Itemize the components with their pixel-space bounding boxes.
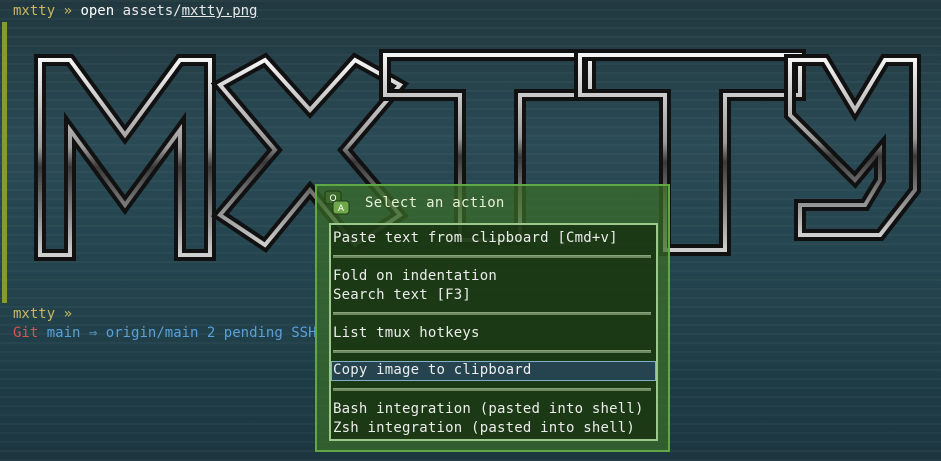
menu-separator xyxy=(333,388,651,391)
git-ssh-label: SSH xyxy=(291,325,317,341)
command-name: open xyxy=(80,3,115,19)
menu-item-paste[interactable]: Paste text from clipboard [Cmd+v] xyxy=(333,229,618,248)
menu-item-bash-integration[interactable]: Bash integration (pasted into shell) xyxy=(333,400,644,419)
command-arg-file-link[interactable]: mxtty.png xyxy=(182,3,258,19)
shell-prompt: mxtty » xyxy=(13,3,73,19)
menu-separator xyxy=(333,350,651,353)
qa-speech-bubbles-icon: Q A xyxy=(323,189,351,217)
git-status-line: Git main ⇒ origin/main 2 pending SSH xyxy=(13,324,317,343)
git-label: Git xyxy=(13,325,39,341)
menu-separator xyxy=(333,255,651,258)
command-line: mxtty » open assets/mxtty.png xyxy=(13,2,257,21)
svg-text:A: A xyxy=(338,204,345,214)
shell-prompt-line: mxtty » xyxy=(13,305,72,324)
git-pending-status: 2 pending xyxy=(206,325,283,341)
git-remote: origin/main xyxy=(105,325,199,341)
git-branch: main xyxy=(46,325,81,341)
action-list[interactable]: Paste text from clipboard [Cmd+v] Fold o… xyxy=(329,223,658,441)
menu-item-copy-image[interactable]: Copy image to clipboard xyxy=(333,361,531,380)
menu-separator xyxy=(333,312,651,315)
command-arg-path: assets/ xyxy=(122,3,182,19)
menu-item-search[interactable]: Search text [F3] xyxy=(333,286,471,305)
menu-item-fold[interactable]: Fold on indentation xyxy=(333,267,497,286)
action-menu-dialog[interactable]: Q A Select an action Paste text from cli… xyxy=(315,184,670,452)
menu-item-tmux[interactable]: List tmux hotkeys xyxy=(333,324,480,343)
dialog-title: Select an action xyxy=(365,195,505,211)
git-arrow: ⇒ xyxy=(88,325,98,341)
menu-item-zsh-integration[interactable]: Zsh integration (pasted into shell) xyxy=(333,419,635,438)
shell-prompt: mxtty » xyxy=(13,306,73,322)
